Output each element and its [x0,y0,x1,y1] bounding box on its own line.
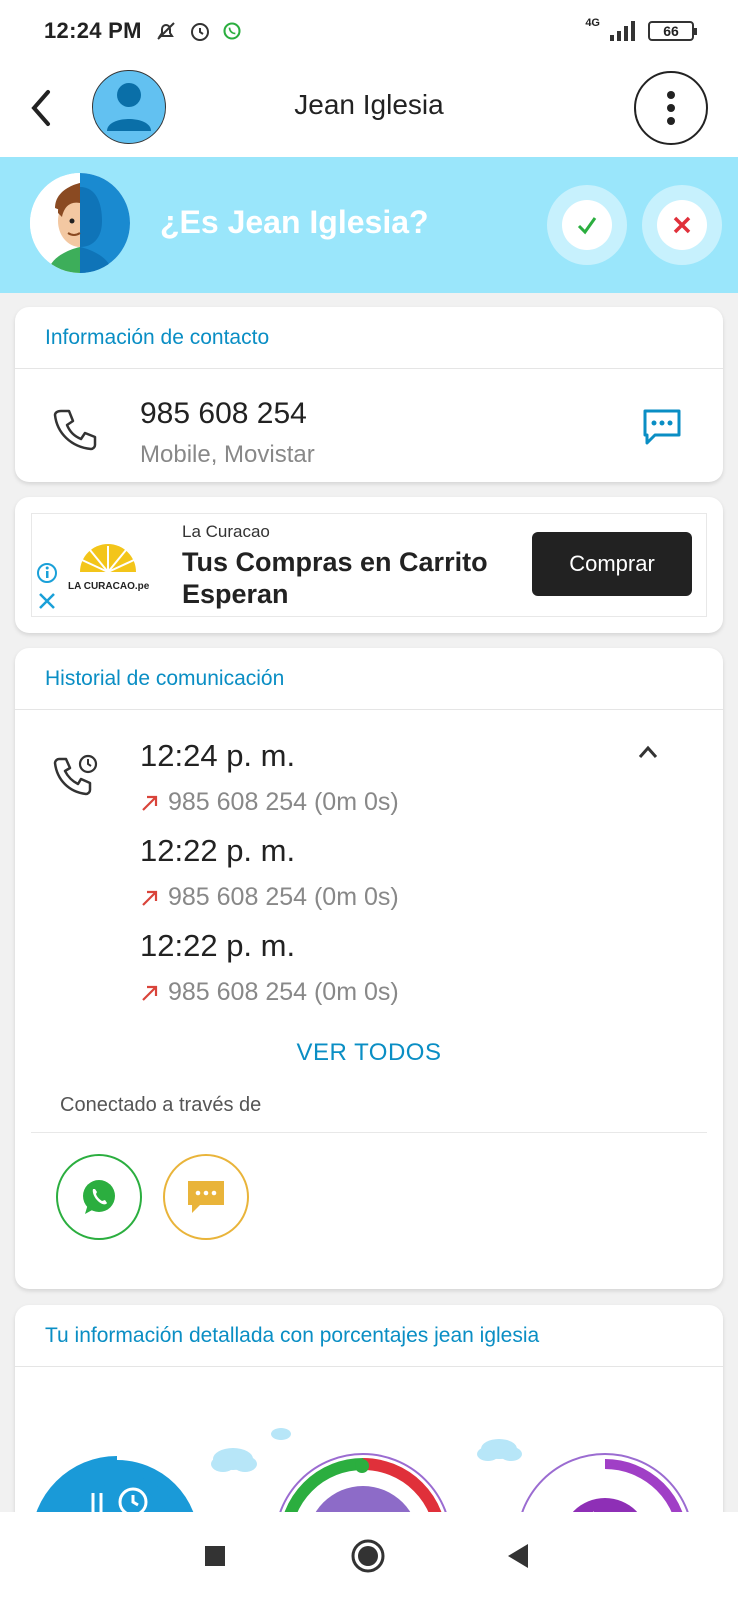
ad-container[interactable]: LA CURACAO.pe La Curacao Tus Compras en … [31,513,707,617]
home-icon[interactable] [350,1538,386,1574]
battery-indicator: 66 [648,21,697,41]
history-entry-detail: 985 608 254 (0m 0s) [140,788,399,817]
back-nav-icon[interactable] [506,1542,530,1570]
system-nav-bar [0,1512,738,1600]
whatsapp-icon [83,1180,115,1214]
chat-bubble-icon [188,1181,224,1213]
cloud-icon [477,1439,522,1461]
call-history-icon [53,754,98,796]
outgoing-call-arrow-icon [142,985,158,1001]
outgoing-call-arrow-icon [142,890,158,906]
whatsapp-button[interactable] [56,1154,142,1240]
collapse-chevron-icon[interactable] [637,744,659,760]
silent-bell-icon [157,22,175,40]
connected-via-label: Conectado a través de [60,1094,262,1116]
phone-row[interactable]: 985 608 254 Mobile, Movistar [15,369,723,481]
message-icon[interactable] [641,407,683,447]
confirm-yes-button[interactable] [547,185,627,265]
more-options-button[interactable] [634,71,708,145]
alarm-icon [190,23,209,41]
see-all-button[interactable]: VER TODOS [15,1039,723,1067]
contact-info-header: Información de contacto [15,307,723,369]
cloud-icon [211,1448,257,1472]
ad-card: LA CURACAO.pe La Curacao Tus Compras en … [15,497,723,633]
app-bar: Jean Iglesia [0,62,738,157]
history-header: Historial de comunicación [15,648,723,710]
ad-info-icon[interactable] [36,562,58,584]
history-card: Historial de comunicación 12:24 p. m. 98… [15,648,723,1289]
history-entry-time: 12:22 p. m. [140,833,296,868]
history-entry-time: 12:24 p. m. [140,738,296,773]
check-icon [577,217,597,235]
ad-cta-button[interactable]: Comprar [532,532,692,596]
sun-logo-icon [80,544,136,573]
identity-question: ¿Es Jean Iglesia? [160,204,429,240]
history-entry-detail: 985 608 254 (0m 0s) [140,883,399,912]
ad-brand: La Curacao [182,522,270,541]
ad-close-icon[interactable] [38,592,56,610]
ad-title: Tus Compras en Carrito Esperan [182,547,488,609]
contact-name-title: Jean Iglesia [294,89,444,120]
whatsapp-notification-icon [223,22,241,40]
contact-info-card: Información de contacto 985 608 254 Mobi… [15,307,723,482]
phone-icon [53,409,97,451]
details-header: Tu información detallada con porcentajes… [15,1305,723,1367]
ad-logo-text: LA CURACAO.pe [68,581,150,592]
phone-type-carrier: Mobile, Movistar [140,441,315,468]
sms-button[interactable] [163,1154,249,1240]
cloud-icon [271,1428,291,1440]
signal-icon [610,21,635,41]
network-label: 4G [585,17,600,29]
phone-number: 985 608 254 [140,397,307,430]
status-time: 12:24 PM [44,18,142,43]
vertical-dots-icon [667,91,675,125]
outgoing-call-arrow-icon [142,795,158,811]
confirm-no-button[interactable] [642,185,722,265]
divider [31,1132,707,1133]
status-bar: 12:24 PM 4G 66 [0,0,738,62]
history-entry-detail: 985 608 254 (0m 0s) [140,978,399,1007]
history-entry-time: 12:22 p. m. [140,928,296,963]
identity-confirm-banner: ¿Es Jean Iglesia? [0,157,738,293]
recent-apps-icon[interactable] [204,1545,226,1567]
half-face-avatar [30,173,130,273]
close-icon [673,216,691,234]
ad-logo: LA CURACAO.pe [68,544,150,592]
